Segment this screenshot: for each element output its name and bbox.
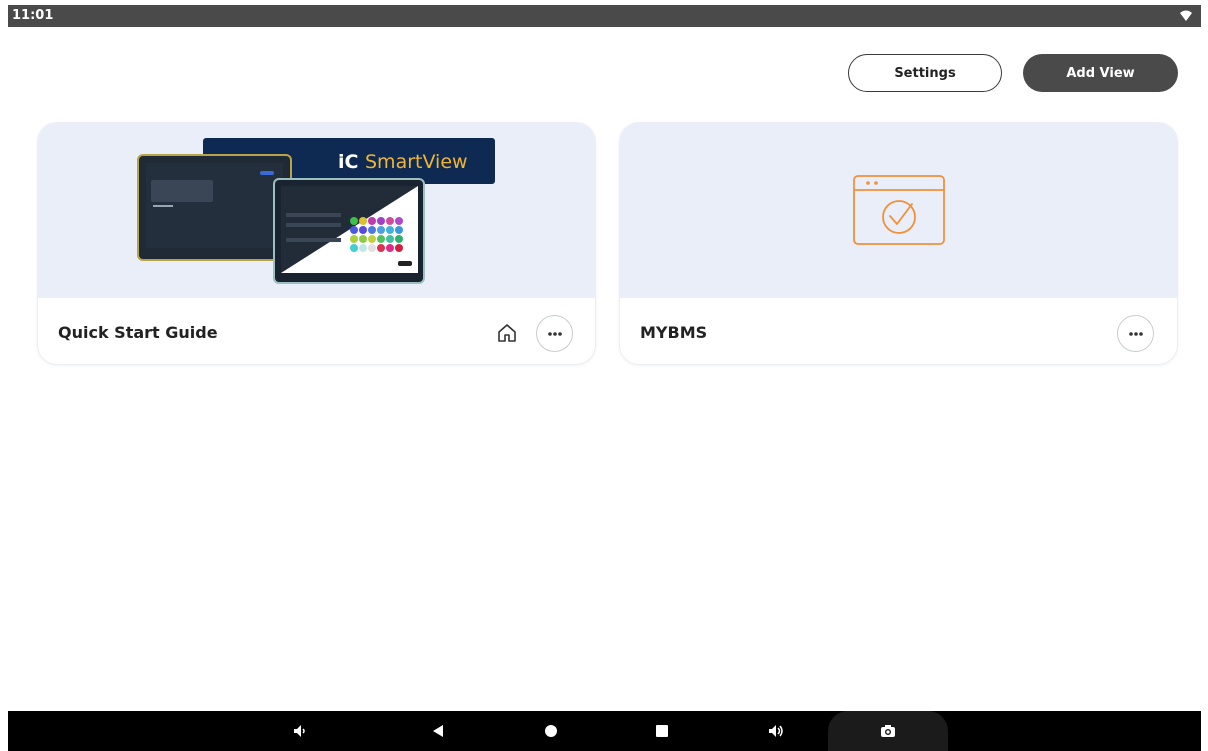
wifi-icon [1180, 10, 1192, 21]
more-icon [1128, 331, 1143, 336]
screenshot-button[interactable] [828, 711, 948, 751]
more-icon [547, 331, 562, 336]
settings-button[interactable]: Settings [848, 54, 1002, 92]
status-bar: 11:01 [8, 5, 1201, 27]
brand-prefix: iC [338, 151, 358, 173]
back-icon[interactable] [428, 721, 448, 741]
more-button[interactable] [1117, 315, 1154, 352]
status-time: 11:01 [12, 8, 54, 23]
more-button[interactable] [536, 315, 573, 352]
card-thumbnail: iC SmartView [38, 123, 595, 298]
card-title: Quick Start Guide [58, 323, 218, 342]
brand-name: SmartView [365, 151, 468, 173]
card-title: MYBMS [640, 323, 708, 342]
card-thumbnail [620, 123, 1177, 298]
volume-up-icon[interactable] [766, 721, 786, 741]
camera-icon [878, 721, 898, 741]
recents-icon[interactable] [652, 721, 672, 741]
view-card-quick-start[interactable]: iC SmartView Quick Start Guide [37, 122, 596, 365]
home-icon[interactable] [496, 322, 518, 344]
add-view-button[interactable]: Add View [1023, 54, 1178, 92]
smartview-illustration: iC SmartView [137, 138, 495, 284]
view-card-mybms[interactable]: MYBMS [619, 122, 1178, 365]
home-circle-icon[interactable] [541, 721, 561, 741]
volume-down-icon[interactable] [289, 721, 309, 741]
browser-check-icon [853, 175, 945, 245]
navigation-bar [8, 711, 1201, 751]
